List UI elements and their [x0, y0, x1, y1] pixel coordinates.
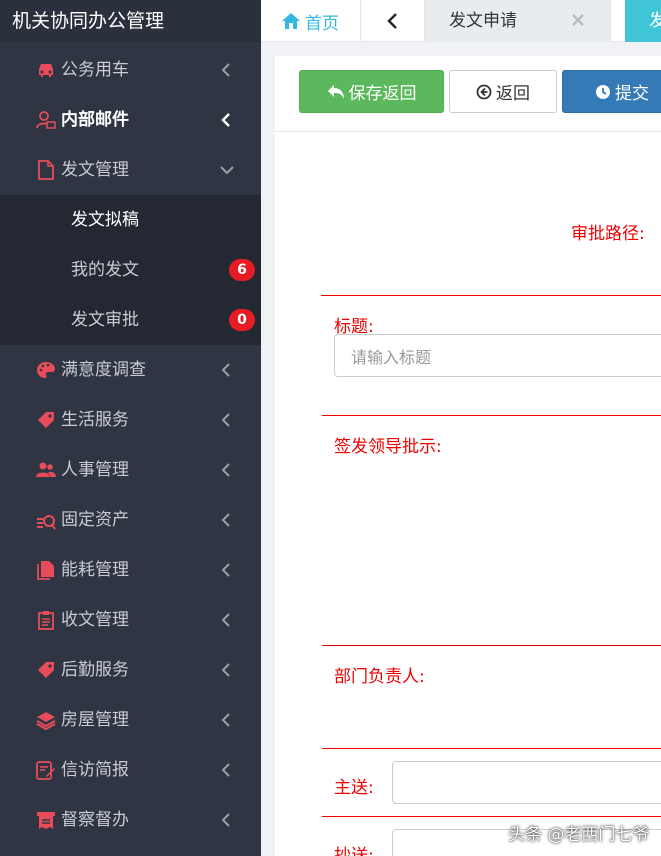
submenu-item-draft[interactable]: 发文拟稿 [0, 195, 261, 245]
count-badge: 6 [229, 259, 255, 281]
approval-route-label: 审批路径: [571, 224, 645, 244]
main-recipient-label: 主送: [334, 778, 374, 798]
cc-label: 抄送: [334, 846, 374, 856]
sidebar-item-incoming-docs[interactable]: 收文管理 [0, 595, 261, 645]
sidebar-item-label: 人事管理 [61, 460, 129, 480]
save-return-button[interactable]: 保存返回 [299, 70, 444, 113]
sidebar-item-fixed-assets[interactable]: 固定资产 [0, 495, 261, 545]
sidebar-item-label: 后勤服务 [61, 660, 129, 680]
sidebar-item-official-car[interactable]: 公务用车 [0, 45, 261, 95]
sidebar-item-petition-brief[interactable]: 信访简报 [0, 745, 261, 795]
chevron-left-icon [221, 613, 230, 627]
chevron-left-icon [221, 663, 230, 677]
asset-search-icon [36, 510, 56, 530]
back-label: 返回 [496, 84, 530, 104]
submit-button[interactable]: 提交 [562, 70, 661, 113]
sidebar-item-label: 发文管理 [61, 160, 129, 180]
sidebar-item-dispatch-management[interactable]: 发文管理 [0, 145, 261, 195]
sidebar: 机关协同办公管理 公务用车 内部邮件 发文管理 发文拟稿 我的发文 6 发文审批… [0, 0, 261, 856]
toolbar: 保存返回 返回 提交 [275, 56, 661, 132]
submenu-item-label: 发文审批 [71, 310, 139, 330]
chevron-left-icon [386, 13, 397, 29]
edit-doc-icon [36, 760, 56, 780]
title-input[interactable]: 请输入标题 [334, 334, 661, 377]
dept-head-label: 部门负责人: [334, 667, 425, 687]
back-button[interactable]: 返回 [449, 70, 557, 113]
chevron-left-icon [221, 763, 230, 777]
tab-next[interactable]: 发 [625, 0, 661, 42]
submenu-item-dispatch-approval[interactable]: 发文审批 0 [0, 295, 261, 345]
sidebar-item-label: 督察督办 [61, 810, 129, 830]
form-row-leader-instruction: 签发领导批示: [322, 416, 661, 646]
palette-icon [36, 360, 56, 380]
sidebar-item-label: 内部邮件 [61, 110, 129, 130]
chevron-left-icon [221, 363, 230, 377]
files-icon [36, 560, 56, 580]
form-row-dept-head: 部门负责人: [322, 646, 661, 749]
leader-instruction-label: 签发领导批示: [334, 437, 442, 457]
sidebar-item-internal-mail[interactable]: 内部邮件 [0, 95, 261, 145]
receipt-icon [36, 810, 56, 830]
close-icon[interactable] [571, 13, 585, 27]
chevron-left-icon [221, 463, 230, 477]
file-icon [36, 160, 56, 180]
reply-icon [327, 84, 344, 99]
sidebar-item-logistics[interactable]: 后勤服务 [0, 645, 261, 695]
sidebar-item-housing[interactable]: 房屋管理 [0, 695, 261, 745]
tag-icon [36, 660, 56, 680]
tab-home-label: 首页 [305, 13, 339, 34]
sidebar-item-label: 固定资产 [61, 510, 129, 530]
submenu-item-label: 我的发文 [71, 260, 139, 280]
count-badge: 0 [229, 309, 255, 331]
submit-label: 提交 [615, 84, 649, 104]
tab-scroll-left-button[interactable] [361, 0, 425, 42]
sidebar-item-label: 生活服务 [61, 410, 129, 430]
mail-user-icon [36, 110, 56, 130]
sidebar-item-label: 收文管理 [61, 610, 129, 630]
dispatch-form: 标题: 请输入标题 签发领导批示: 部门负责人: 主送: 抄送: [321, 295, 661, 856]
chevron-left-icon [221, 713, 230, 727]
tab-dispatch-request[interactable]: 发文申请 [425, 0, 611, 42]
form-row-title: 标题: 请输入标题 [322, 296, 661, 416]
chevron-left-icon [221, 413, 230, 427]
main-recipient-input[interactable] [392, 761, 661, 804]
sidebar-item-energy[interactable]: 能耗管理 [0, 545, 261, 595]
chevron-left-icon [221, 513, 230, 527]
sidebar-item-label: 满意度调查 [61, 360, 146, 380]
chevron-left-icon [221, 63, 230, 77]
content-panel: 保存返回 返回 提交 审批路径: 标题: 请输入标题 签发领导批示: 部门负责人… [275, 56, 661, 856]
users-icon [36, 460, 56, 480]
tab-bar: 首页 发文申请 发 [261, 0, 661, 42]
app-title: 机关协同办公管理 [0, 0, 261, 42]
sidebar-item-label: 信访简报 [61, 760, 129, 780]
home-icon [282, 13, 300, 29]
circle-arrow-left-icon [476, 84, 492, 99]
car-icon [36, 60, 56, 80]
clipboard-icon [36, 610, 56, 630]
sidebar-item-survey[interactable]: 满意度调查 [0, 345, 261, 395]
submenu-item-my-dispatch[interactable]: 我的发文 6 [0, 245, 261, 295]
chevron-left-icon [221, 563, 230, 577]
sidebar-item-supervision[interactable]: 督察督办 [0, 795, 261, 845]
tab-label: 发文申请 [449, 11, 517, 31]
clock-icon [596, 84, 610, 99]
sidebar-item-label: 公务用车 [61, 60, 129, 80]
sidebar-item-label: 能耗管理 [61, 560, 129, 580]
sidebar-item-life-service[interactable]: 生活服务 [0, 395, 261, 445]
tab-home[interactable]: 首页 [261, 0, 361, 42]
watermark: 头条 @老西门七爷 [508, 825, 650, 845]
form-row-main-recipient: 主送: [322, 749, 661, 817]
save-return-label: 保存返回 [348, 84, 417, 104]
chevron-left-icon [221, 113, 230, 127]
sidebar-item-hr[interactable]: 人事管理 [0, 445, 261, 495]
sidebar-item-label: 房屋管理 [61, 710, 129, 730]
chevron-left-icon [221, 813, 230, 827]
chevron-down-icon [220, 166, 234, 175]
submenu-item-label: 发文拟稿 [71, 210, 139, 230]
layers-icon [36, 710, 56, 730]
tag-icon [36, 410, 56, 430]
